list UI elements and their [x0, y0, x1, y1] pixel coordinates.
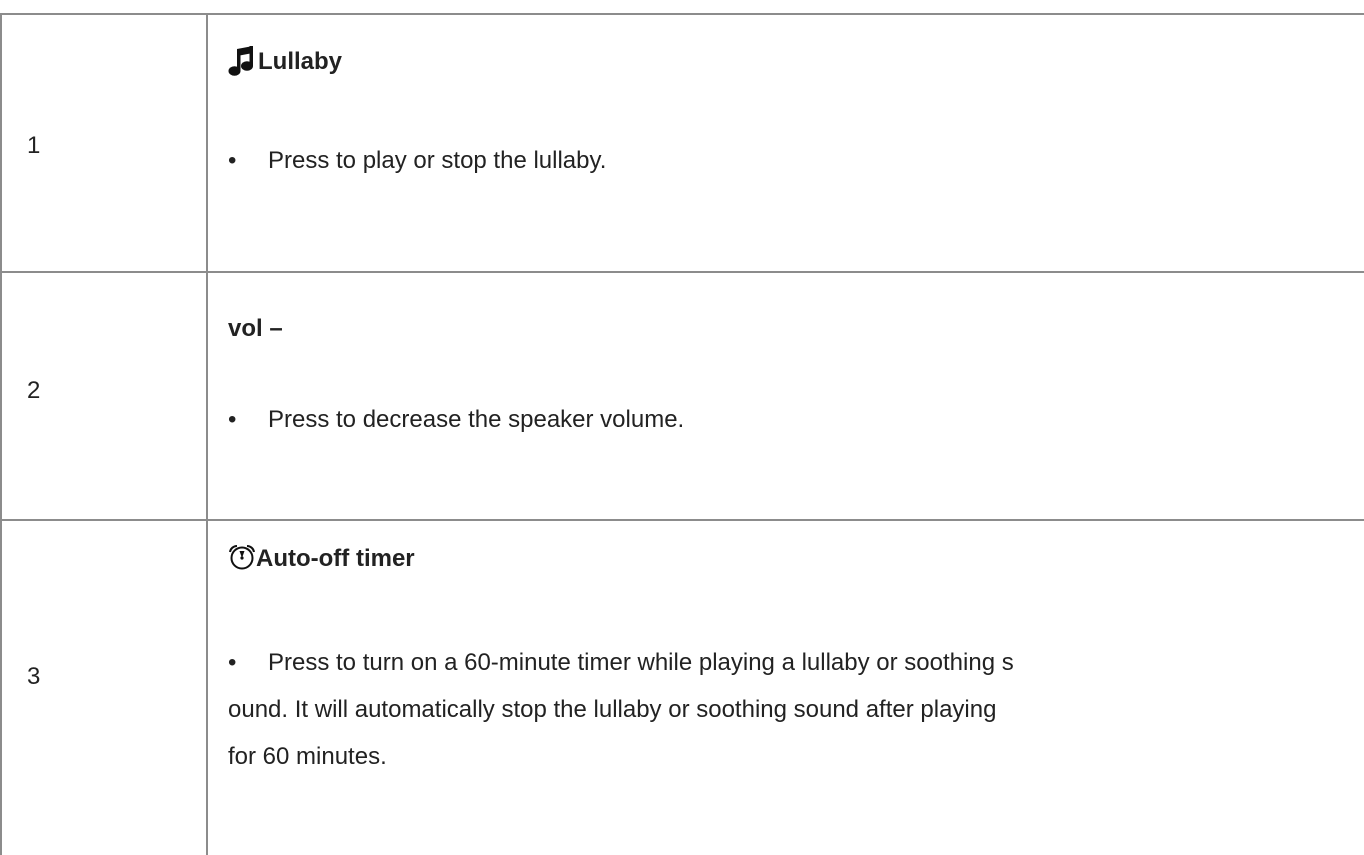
row-text-line: for 60 minutes.: [228, 743, 387, 770]
row-heading: Lullaby: [228, 45, 342, 77]
row-description: • Press to decrease the speaker volume.: [228, 396, 684, 443]
row-number: 2: [27, 377, 41, 404]
row-description: • Press to turn on a 60-minute timer whil…: [228, 639, 1358, 780]
row-text: Press to play or stop the lullaby.: [268, 147, 607, 174]
row-text: Press to decrease the speaker volume.: [268, 406, 685, 433]
row-number: 1: [27, 132, 41, 159]
row-text-line: ound. It will automatically stop the lul…: [228, 696, 997, 723]
row-text-line: • Press to turn on a 60-minute timer whil…: [228, 639, 1358, 686]
table-row: 1 Lullaby • Press to play or stop the lul…: [0, 13, 1364, 272]
bullet-glyph: •: [228, 147, 237, 174]
row-title: Auto-off timer: [256, 545, 415, 572]
music-note-icon: [228, 46, 253, 76]
table-row: 2 vol – • Press to decrease the speaker v…: [0, 271, 1364, 520]
instructions-table: 1 Lullaby • Press to play or stop the lul…: [0, 0, 1364, 855]
row-title: vol –: [228, 315, 283, 342]
row-number: 3: [27, 663, 41, 690]
table-row: 3 Auto-off timer • Press to turn on a 60-…: [0, 519, 1364, 855]
row-heading: vol –: [228, 314, 283, 344]
alarm-clock-icon: [229, 544, 255, 570]
row-heading: Auto-off timer: [228, 544, 415, 574]
bullet-glyph: •: [228, 649, 237, 676]
bullet-glyph: •: [228, 406, 237, 433]
row-text: Press to turn on a 60-minute timer while…: [268, 649, 1014, 676]
row-description: • Press to play or stop the lullaby.: [228, 137, 606, 184]
row-title: Lullaby: [258, 48, 343, 75]
